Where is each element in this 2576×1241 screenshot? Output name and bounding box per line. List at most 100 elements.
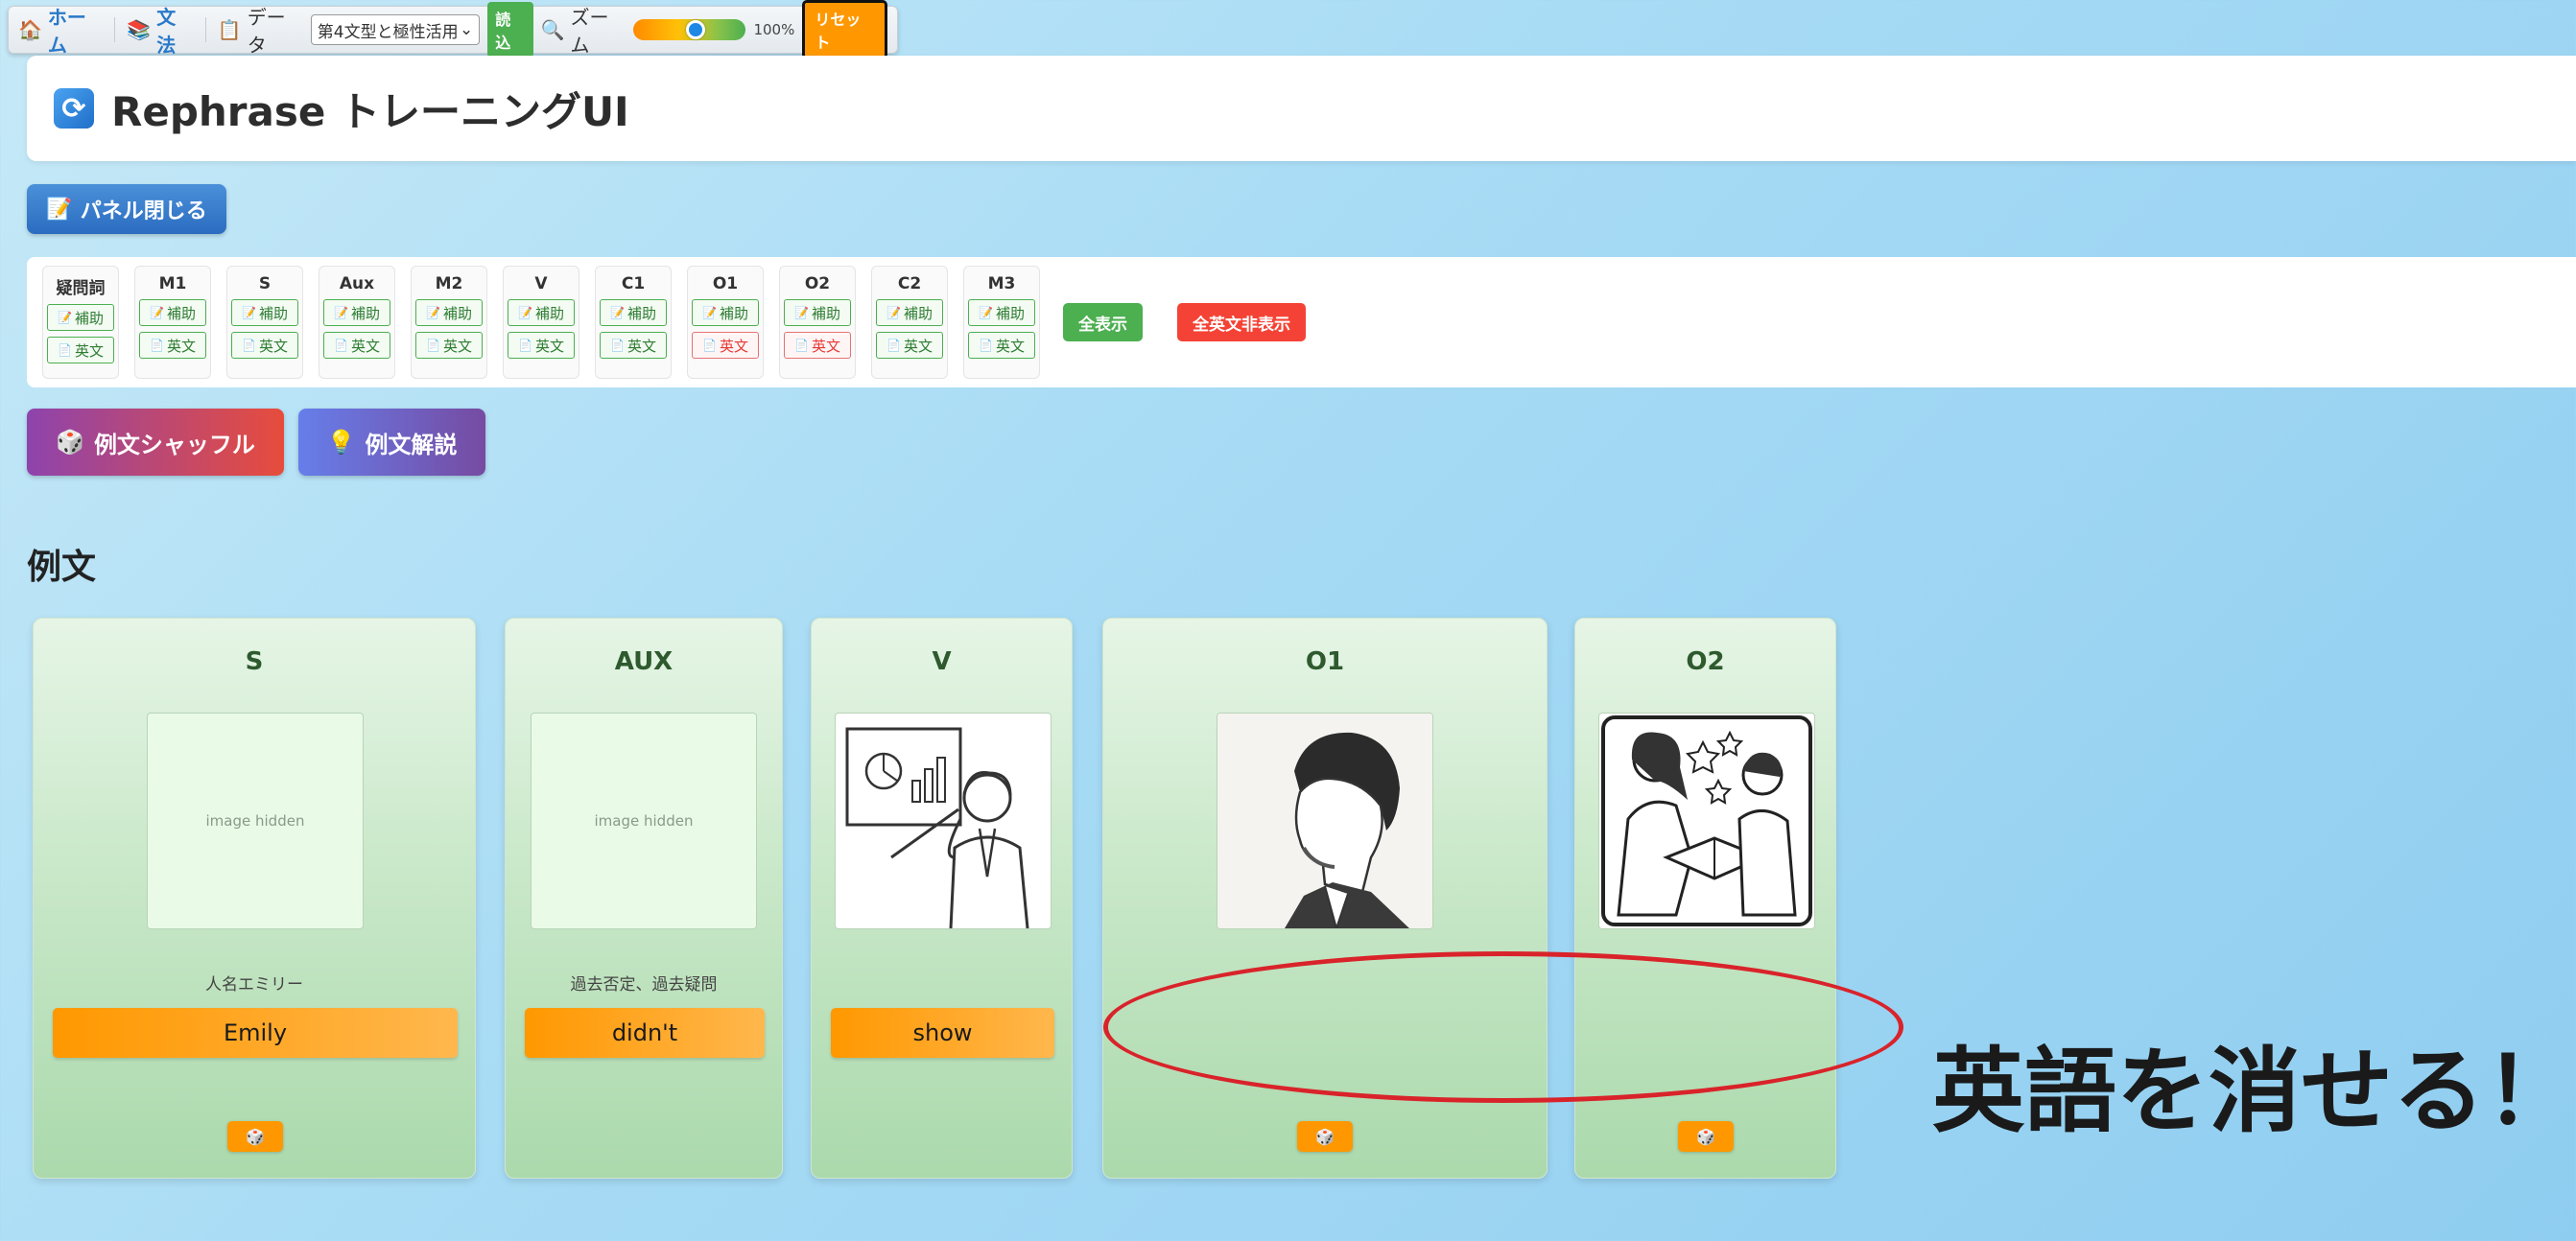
home-label: ホーム (47, 6, 86, 57)
load-button[interactable]: 読込 (487, 2, 533, 58)
slot-image (835, 713, 1052, 929)
slot-control-v: V 📝 補助 📄 英文 (503, 266, 579, 379)
slot-control-m1: M1 📝 補助 📄 英文 (134, 266, 211, 379)
zoom-value: 100% (753, 21, 795, 38)
slot-image (1217, 713, 1433, 929)
data-label-group: 📋 データ (218, 2, 303, 58)
image-hidden-text: image hidden (205, 812, 305, 830)
toggle-english-button[interactable]: 📄 英文 (876, 332, 943, 359)
slot-control-panel: 疑問詞 📝 補助 📄 英文 M1 📝 補助 📄 英文 S 📝 補助 📄 英文 Aux 📝 補助 📄 英文 M2 📝 補助 📄 英… (27, 257, 2576, 387)
slot-word-button[interactable]: Emily (53, 1008, 458, 1058)
toggle-english-button[interactable]: 📄 英文 (784, 332, 851, 359)
slot-image: image hidden (147, 713, 364, 929)
toggle-english-label: 英文 (166, 337, 196, 355)
annotation-ellipse (1103, 951, 1903, 1103)
toggle-aux-label: 補助 (74, 309, 104, 327)
hide-all-english-button[interactable]: 全英文非表示 (1177, 303, 1306, 341)
toggle-aux-button[interactable]: 📝 補助 (323, 299, 390, 326)
slot-control-label: S (258, 274, 272, 293)
document-icon: 📄 (518, 339, 532, 352)
toggle-aux-button[interactable]: 📝 補助 (47, 304, 114, 331)
slot-controls: 疑問詞 📝 補助 📄 英文 M1 📝 補助 📄 英文 S 📝 補助 📄 英文 Aux 📝 補助 📄 英文 M2 📝 補助 📄 英… (42, 266, 1040, 379)
toggle-english-button[interactable]: 📄 英文 (692, 332, 759, 359)
slot-control-label: C2 (897, 274, 922, 293)
show-all-button[interactable]: 全表示 (1063, 303, 1143, 341)
magnifier-icon: 🔍 (540, 18, 565, 41)
toggle-english-label: 英文 (350, 337, 380, 355)
panel-close-button[interactable]: 📝 パネル閉じる (27, 184, 226, 234)
memo-icon: 📝 (426, 306, 440, 319)
toggle-aux-label: 補助 (811, 304, 840, 322)
toggle-aux-button[interactable]: 📝 補助 (692, 299, 759, 326)
toggle-aux-button[interactable]: 📝 補助 (139, 299, 206, 326)
toggle-aux-label: 補助 (258, 304, 288, 322)
page-header: ⟳ Rephrase トレーニングUI (27, 56, 2576, 161)
toggle-english-label: 英文 (534, 337, 564, 355)
document-icon: 📄 (58, 343, 72, 357)
slot-word-button[interactable]: show (831, 1008, 1054, 1058)
slot-shuffle-button[interactable]: 🎲 (1678, 1121, 1734, 1152)
document-icon: 📄 (610, 339, 625, 352)
document-icon: 📄 (979, 339, 993, 352)
toggle-english-button[interactable]: 📄 英文 (231, 332, 298, 359)
toggle-english-button[interactable]: 📄 英文 (600, 332, 667, 359)
slot-control-s: S 📝 補助 📄 英文 (226, 266, 303, 379)
toggle-aux-button[interactable]: 📝 補助 (231, 299, 298, 326)
document-icon: 📄 (334, 339, 348, 352)
grammar-link[interactable]: 📚 文法 (127, 2, 193, 58)
toggle-english-label: 英文 (258, 337, 288, 355)
slot-control-label: V (534, 274, 548, 293)
toggle-aux-button[interactable]: 📝 補助 (968, 299, 1035, 326)
slot-hint: 人名エミリー (205, 975, 303, 995)
zoom-label-group: 🔍 ズーム (541, 2, 626, 58)
toggle-aux-button[interactable]: 📝 補助 (415, 299, 483, 326)
slot-image: image hidden (531, 713, 757, 929)
toggle-english-button[interactable]: 📄 英文 (139, 332, 206, 359)
data-label: データ (247, 6, 286, 57)
toggle-english-button[interactable]: 📄 英文 (47, 337, 114, 363)
toggle-aux-button[interactable]: 📝 補助 (600, 299, 667, 326)
top-toolbar: 🏠 ホーム 📚 文法 📋 データ 第4文型と極性活用 ⌄ 読込 🔍 ズーム 10… (8, 0, 898, 59)
lightbulb-icon: 💡 (326, 429, 356, 456)
page-title: Rephrase トレーニングUI (111, 87, 629, 135)
toggle-english-button[interactable]: 📄 英文 (323, 332, 390, 359)
zoom-slider[interactable] (633, 19, 746, 40)
toggle-english-button[interactable]: 📄 英文 (415, 332, 483, 359)
home-link[interactable]: 🏠 ホーム (18, 2, 103, 58)
data-select[interactable]: 第4文型と極性活用 ⌄ (310, 14, 481, 45)
toggle-aux-label: 補助 (442, 304, 472, 322)
image-hidden-text: image hidden (594, 812, 694, 830)
presenter-illustration (845, 727, 1029, 928)
toggle-english-label: 英文 (442, 337, 472, 355)
toggle-aux-button[interactable]: 📝 補助 (876, 299, 943, 326)
toggle-english-button[interactable]: 📄 英文 (968, 332, 1035, 359)
toggle-aux-label: 補助 (903, 304, 933, 322)
dice-icon: 🎲 (1315, 1127, 1335, 1146)
toggle-aux-button[interactable]: 📝 補助 (508, 299, 575, 326)
slot-shuffle-button[interactable]: 🎲 (227, 1121, 283, 1152)
reset-button[interactable]: リセット (802, 0, 888, 59)
slot-word-button[interactable]: didn't (525, 1008, 765, 1058)
slot-card-s: S image hidden 人名エミリー Emily 🎲 (33, 618, 476, 1179)
shuffle-examples-button[interactable]: 🎲 例文シャッフル (27, 409, 284, 476)
slot-label: O2 (1686, 647, 1725, 676)
slot-shuffle-button[interactable]: 🎲 (1297, 1121, 1353, 1152)
slot-card-aux: AUX image hidden 過去否定、過去疑問 didn't (505, 618, 783, 1179)
zoom-slider-thumb[interactable] (686, 20, 705, 39)
toggle-english-button[interactable]: 📄 英文 (508, 332, 575, 359)
data-select-value: 第4文型と極性活用 (317, 22, 459, 42)
toggle-aux-label: 補助 (534, 304, 564, 322)
toggle-english-label: 英文 (626, 337, 656, 355)
slot-hint: 過去否定、過去疑問 (570, 975, 718, 995)
man-profile-illustration (1217, 714, 1432, 928)
annotation-text: 英語を消せる！ (1932, 1038, 2576, 1145)
slot-control-label: O1 (712, 274, 739, 293)
memo-icon: 📝 (610, 306, 625, 319)
toggle-english-label: 英文 (811, 337, 840, 355)
grammar-label: 文法 (156, 6, 177, 57)
slot-control-label: O2 (804, 274, 831, 293)
document-icon: 📄 (150, 339, 164, 352)
explain-examples-button[interactable]: 💡 例文解説 (298, 409, 485, 476)
toggle-aux-button[interactable]: 📝 補助 (784, 299, 851, 326)
slot-control-aux: Aux 📝 補助 📄 英文 (319, 266, 395, 379)
